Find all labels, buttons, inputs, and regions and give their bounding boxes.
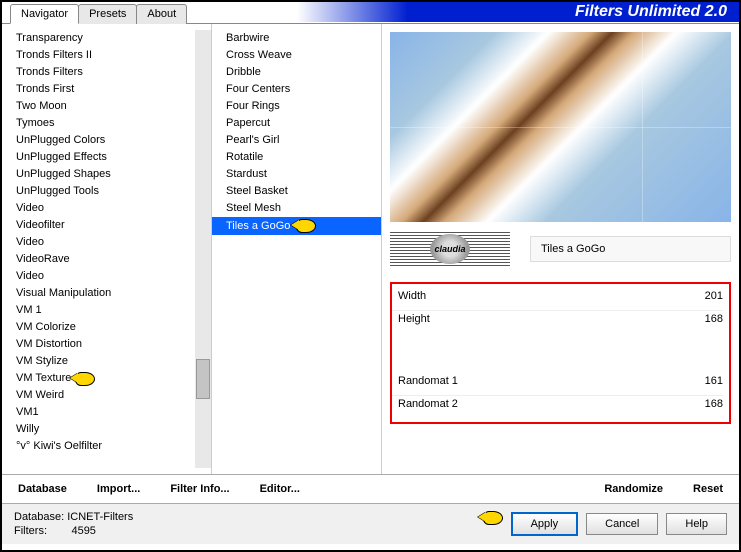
tab-navigator[interactable]: Navigator (10, 4, 79, 24)
list-item[interactable]: Papercut (212, 115, 381, 132)
apply-button[interactable]: Apply (511, 512, 579, 536)
list-item[interactable]: Tymoes (2, 115, 195, 132)
list-item[interactable]: Video (2, 200, 195, 217)
list-item[interactable]: Tronds First (2, 81, 195, 98)
scrollbar-thumb[interactable] (196, 359, 210, 399)
param-label: Randomat 2 (392, 398, 687, 410)
list-item[interactable]: VM Texture (2, 370, 195, 387)
list-item[interactable]: UnPlugged Shapes (2, 166, 195, 183)
list-item[interactable]: Pearl's Girl (212, 132, 381, 149)
param-label: Width (392, 290, 687, 302)
list-item[interactable]: Rotatile (212, 149, 381, 166)
param-value: 161 (687, 375, 723, 387)
hand-pointer-icon (294, 218, 316, 234)
list-item[interactable]: Transparency (2, 30, 195, 47)
scrollbar[interactable] (195, 30, 211, 468)
param-label: Height (392, 313, 687, 325)
param-value: 168 (687, 398, 723, 410)
param-value: 201 (687, 290, 723, 302)
list-item[interactable]: Stardust (212, 166, 381, 183)
category-list[interactable]: TransparencyTronds Filters IITronds Filt… (2, 24, 212, 474)
param-row[interactable]: Randomat 2168 (392, 395, 723, 418)
list-item[interactable]: Visual Manipulation (2, 285, 195, 302)
hand-pointer-icon (73, 371, 95, 387)
preview-image (390, 32, 731, 222)
list-item[interactable]: UnPlugged Colors (2, 132, 195, 149)
list-item[interactable]: Video (2, 234, 195, 251)
list-item[interactable]: Tronds Filters II (2, 47, 195, 64)
list-item[interactable]: Dribble (212, 64, 381, 81)
list-item[interactable]: VM Distortion (2, 336, 195, 353)
list-item[interactable]: VM1 (2, 404, 195, 421)
list-item[interactable]: Tiles a GoGo (212, 217, 381, 235)
tabs-bar: Navigator Presets About (10, 4, 186, 24)
list-item[interactable]: Steel Basket (212, 183, 381, 200)
watermark-logo: claudia (390, 232, 510, 266)
param-row[interactable]: Randomat 1161 (392, 373, 723, 395)
list-item[interactable]: UnPlugged Tools (2, 183, 195, 200)
list-item[interactable]: Barbwire (212, 30, 381, 47)
import-button[interactable]: Import... (97, 483, 140, 495)
list-item[interactable]: Videofilter (2, 217, 195, 234)
list-item[interactable]: VideoRave (2, 251, 195, 268)
list-item[interactable]: VM Weird (2, 387, 195, 404)
filters-count-label: Filters: (14, 525, 47, 537)
param-row[interactable]: Width201 (392, 288, 723, 310)
list-item[interactable]: Cross Weave (212, 47, 381, 64)
list-item[interactable]: Willy (2, 421, 195, 438)
parameters-panel: Width201Height168 Randomat 1161Randomat … (390, 282, 731, 424)
list-item[interactable]: Four Rings (212, 98, 381, 115)
list-item[interactable]: Steel Mesh (212, 200, 381, 217)
list-item[interactable]: °v° Kiwi's Oelfilter (2, 438, 195, 455)
list-item[interactable]: Tronds Filters (2, 64, 195, 81)
database-label: Database: (14, 511, 64, 523)
filter-list[interactable]: BarbwireCross WeaveDribbleFour CentersFo… (212, 24, 382, 474)
hand-pointer-icon (481, 510, 503, 526)
filter-info-button[interactable]: Filter Info... (170, 483, 229, 495)
toolbar: Database Import... Filter Info... Editor… (2, 474, 739, 504)
list-item[interactable]: UnPlugged Effects (2, 149, 195, 166)
editor-button[interactable]: Editor... (260, 483, 300, 495)
param-row[interactable]: Height168 (392, 310, 723, 333)
list-item[interactable]: Four Centers (212, 81, 381, 98)
param-value: 168 (687, 313, 723, 325)
tab-presets[interactable]: Presets (78, 4, 137, 24)
current-filter-name: Tiles a GoGo (530, 236, 731, 262)
database-value: ICNET-Filters (67, 511, 133, 523)
help-button[interactable]: Help (666, 513, 727, 535)
filters-count-value: 4595 (71, 525, 95, 537)
list-item[interactable]: VM Stylize (2, 353, 195, 370)
list-item[interactable]: Two Moon (2, 98, 195, 115)
param-label: Randomat 1 (392, 375, 687, 387)
list-item[interactable]: Video (2, 268, 195, 285)
reset-button[interactable]: Reset (693, 483, 723, 495)
database-button[interactable]: Database (18, 483, 67, 495)
cancel-button[interactable]: Cancel (586, 513, 658, 535)
tab-about[interactable]: About (136, 4, 187, 24)
randomize-button[interactable]: Randomize (604, 483, 663, 495)
list-item[interactable]: VM Colorize (2, 319, 195, 336)
footer: Database: ICNET-Filters Filters: 4595 Ap… (2, 504, 739, 544)
app-title: Filters Unlimited 2.0 (297, 2, 739, 22)
list-item[interactable]: VM 1 (2, 302, 195, 319)
